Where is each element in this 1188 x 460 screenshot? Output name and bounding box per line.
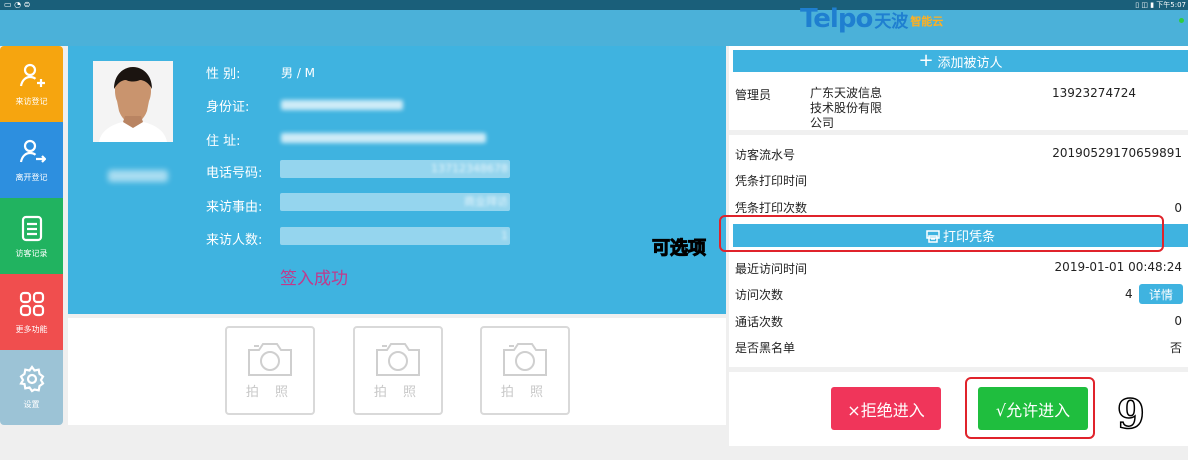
sidebar-item-more-functions[interactable]: 更多功能 [0, 274, 63, 350]
call-count-value: 0 [1174, 314, 1182, 328]
sign-in-success-text: 签入成功 [280, 269, 348, 289]
sidebar-item-label: 设置 [23, 400, 40, 409]
status-bar: ▭ ◔ ⊜ ▯ ◫ ▮ 下午5:07 [0, 0, 1188, 10]
take-photo-button[interactable]: 拍 照 [480, 326, 570, 415]
call-count-label: 通话次数 [735, 315, 784, 329]
gender-value: 男 / M [281, 66, 316, 80]
id-label: 身份证: [206, 100, 250, 115]
sidebar-item-visit-register[interactable]: 来访登记 [0, 46, 63, 122]
take-photo-button[interactable]: 拍 照 [225, 326, 315, 415]
visitor-count-label: 来访人数: [206, 233, 263, 248]
host-role: 管理员 [735, 88, 772, 102]
serial-label: 访客流水号 [735, 148, 796, 162]
address-label: 住 址: [206, 134, 241, 149]
phone-label: 电话号码: [206, 166, 263, 181]
sidebar-item-label: 访客记录 [15, 248, 48, 258]
camera-icon [376, 343, 420, 376]
visitor-info-panel: 性 别: 男 / M 身份证: 住 址: 电话号码: 13712348678 来… [68, 46, 726, 314]
blacklist-label: 是否黑名单 [735, 341, 796, 355]
reason-value: 商业拜访 [464, 195, 508, 208]
visitor-count-value: 1 [501, 229, 508, 242]
status-icons: ▭ ◔ ⊜ [4, 0, 31, 9]
status-dot [1179, 18, 1184, 23]
visitor-count-field[interactable]: 1 [280, 227, 510, 245]
user-leave-icon [18, 138, 46, 166]
sidebar-item-label: 离开登记 [15, 172, 48, 182]
sidebar: 来访登记 离开登记 访客记录 更多功能 设置 [0, 46, 63, 425]
gender-label: 性 别: [206, 67, 241, 82]
grid-icon [18, 290, 46, 318]
host-phone: 13923274724 [1052, 86, 1136, 100]
visitor-photo [93, 61, 173, 142]
brand-en: Telpo [800, 4, 873, 34]
host-company: 广东天波信息 技术股份有限 公司 [810, 86, 883, 130]
visit-count-value: 4 [1125, 287, 1133, 301]
reason-label: 来访事由: [206, 200, 263, 215]
gear-icon [18, 365, 46, 393]
brand-logo: Telpo 天波 智能云 [800, 2, 943, 36]
optional-annotation: 可选项 [652, 238, 707, 260]
sidebar-item-visitor-records[interactable]: 访客记录 [0, 198, 63, 274]
print-count-value: 0 [1174, 201, 1182, 215]
highlight-print-box [719, 215, 1164, 252]
sidebar-item-label: 来访登记 [15, 96, 48, 106]
visitor-name-redacted [108, 170, 168, 182]
camera-icon [503, 343, 547, 376]
phone-field[interactable]: 13712348678 [280, 160, 510, 178]
highlight-allow-box [965, 377, 1095, 439]
reject-entry-button[interactable]: ×拒绝进入 [831, 387, 941, 430]
serial-value: 20190529170659891 [1052, 146, 1182, 160]
sidebar-item-settings[interactable]: 设置 [0, 350, 63, 425]
address-value-redacted [281, 133, 486, 143]
brand-cn: 天波 [874, 11, 909, 32]
take-photo-label: 拍 照 [245, 385, 295, 400]
details-button[interactable]: 详情 [1139, 284, 1183, 304]
print-time-label: 凭条打印时间 [735, 174, 808, 188]
last-visit-value: 2019-01-01 00:48:24 [1054, 260, 1182, 274]
take-photo-button[interactable]: 拍 照 [353, 326, 443, 415]
take-photo-label: 拍 照 [500, 385, 550, 400]
sidebar-item-label: 更多功能 [15, 324, 48, 334]
app-header: Telpo 天波 智能云 [0, 4, 1188, 46]
take-photo-label: 拍 照 [373, 385, 423, 400]
reason-field[interactable]: 商业拜访 [280, 193, 510, 211]
camera-icon [248, 343, 292, 376]
status-right: ▯ ◫ ▮ 下午5:07 [1135, 1, 1186, 9]
add-visitee-button[interactable]: + 添加被访人 [733, 50, 1188, 72]
document-icon [18, 214, 46, 242]
user-add-icon [18, 62, 46, 90]
blacklist-value: 否 [1169, 341, 1182, 355]
visit-count-label: 访问次数 [735, 288, 784, 302]
step-number-annotation: 9 [1116, 391, 1145, 438]
divider [729, 130, 1188, 135]
sidebar-item-leave-register[interactable]: 离开登记 [0, 122, 63, 198]
last-visit-label: 最近访问时间 [735, 262, 808, 276]
add-visitee-label: 添加被访人 [937, 55, 1003, 71]
print-count-label: 凭条打印次数 [735, 201, 808, 215]
divider [729, 367, 1188, 372]
phone-value: 13712348678 [431, 162, 508, 175]
plus-icon: + [918, 50, 934, 71]
brand-cloud: 智能云 [910, 15, 944, 28]
id-value-redacted [281, 100, 403, 110]
photo-capture-area: 拍 照 拍 照 拍 照 [68, 318, 726, 425]
